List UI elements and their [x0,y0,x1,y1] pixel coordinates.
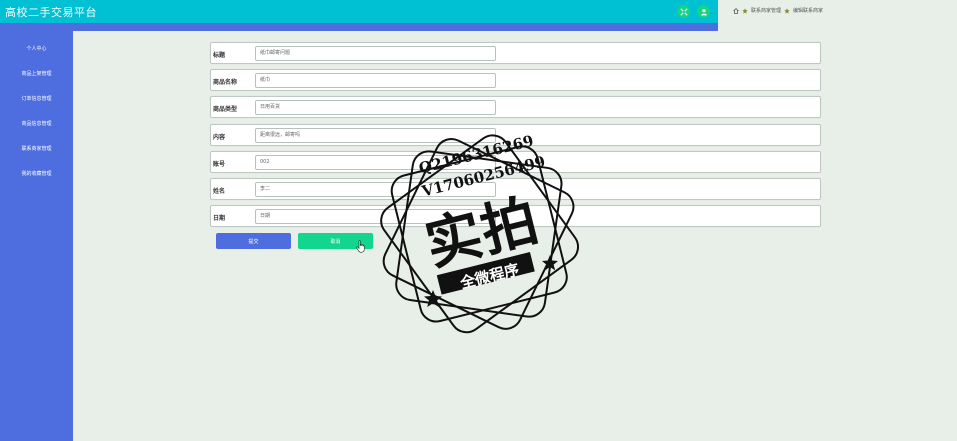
breadcrumb-item[interactable]: 联系商家管理 [751,7,781,14]
form-row-content: 内容 距离很远，邮寄吗 [210,124,821,146]
sidebar-item-orders[interactable]: 订单信息管理 [0,95,73,102]
sidebar-item-product-info[interactable]: 商品信息管理 [0,120,73,127]
breadcrumb: 联系商家管理 编辑联系商家 [733,7,823,14]
product-type-input[interactable]: 日用百货 [255,100,496,115]
submit-button[interactable]: 提交 [216,233,291,249]
hand-cursor-icon [356,240,365,253]
fullscreen-button[interactable] [677,5,690,18]
breadcrumb-item: 编辑联系商家 [793,8,824,14]
sidebar-item-favorites[interactable]: 我的收藏管理 [0,170,73,177]
home-icon[interactable] [733,7,739,14]
app-title: 高校二手交易平台 [5,6,97,19]
date-input[interactable]: 日期 [255,209,496,224]
form-row-account: 账号 002 [210,151,821,173]
field-label: 姓名 [213,188,226,195]
sidebar-item-personal-center[interactable]: 个人中心 [0,45,73,52]
user-icon [700,8,707,15]
form-row-product-type: 商品类型 日用百货 [210,96,821,118]
field-label: 商品名称 [213,79,238,86]
star-icon [742,7,748,14]
sidebar-item-product-listing[interactable]: 商品上架管理 [0,70,73,77]
title-input[interactable]: 纸巾邮寄问题 [255,46,496,61]
star-icon [784,7,790,14]
account-input[interactable]: 002 [255,155,496,170]
field-label: 内容 [213,134,226,141]
field-label: 标题 [213,52,226,59]
field-label: 日期 [213,215,226,222]
field-label: 账号 [213,161,226,168]
field-label: 商品类型 [213,106,238,113]
fullscreen-icon [679,7,688,16]
product-name-input[interactable]: 纸巾 [255,73,496,88]
sidebar-item-contact-merchant[interactable]: 联系商家管理 [0,145,73,152]
form-row-name: 姓名 李二 [210,178,821,200]
form-row-title: 标题 纸巾邮寄问题 [210,42,821,64]
header-underline [0,23,718,31]
user-button[interactable] [697,5,710,18]
form-row-date: 日期 日期 [210,205,821,227]
watermark-banner-text: 全微程序 [458,260,522,293]
sidebar: 个人中心 商品上架管理 订单信息管理 商品信息管理 联系商家管理 我的收藏管理 [0,31,73,441]
form-row-product-name: 商品名称 纸巾 [210,69,821,91]
content-input[interactable]: 距离很远，邮寄吗 [255,128,496,143]
name-input[interactable]: 李二 [255,182,496,197]
top-header: 高校二手交易平台 [0,0,718,23]
